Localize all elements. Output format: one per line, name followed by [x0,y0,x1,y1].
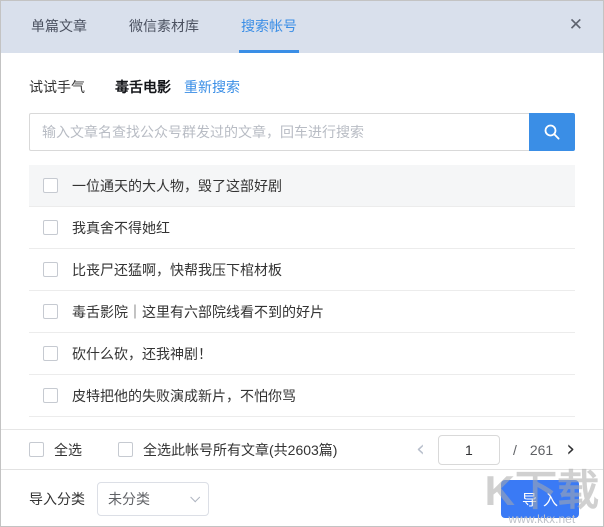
select-all-checkbox[interactable] [29,442,44,457]
article-row[interactable]: 砍什么砍，还我神剧！ [29,333,575,375]
pagination: ‹ / 261 › [416,434,575,465]
article-row[interactable]: 一位通天的大人物，毁了这部好剧 [29,165,575,207]
selection-bar: 全选 全选此帐号所有文章(共2603篇) ‹ / 261 › [1,429,603,469]
category-select[interactable]: 未分类 [97,482,209,516]
import-button[interactable]: 导入 [501,480,579,518]
article-checkbox[interactable] [43,346,58,361]
article-checkbox[interactable] [43,220,58,235]
next-page-icon[interactable]: › [566,438,575,461]
article-checkbox[interactable] [43,262,58,277]
search-button[interactable] [529,113,575,151]
article-row[interactable]: 皮特把他的失败演成新片，不怕你骂 [29,375,575,417]
article-list: 一位通天的大人物，毁了这部好剧 我真舍不得她红 比丧尸还猛啊，快帮我压下棺材板 … [29,165,575,429]
category-value: 未分类 [108,491,150,507]
select-account-label: 全选此帐号所有文章(共2603篇) [143,441,338,458]
account-name: 毒舌电影 [115,79,171,95]
article-row[interactable] [29,417,575,429]
article-title: 毒舌影院｜这里有六部院线看不到的好片 [72,303,324,320]
chevron-down-icon [190,491,201,502]
select-all-group: 全选 [29,440,82,460]
article-row[interactable]: 我真舍不得她红 [29,207,575,249]
tab-single-article[interactable]: 单篇文章 [29,1,89,53]
page-input[interactable] [437,434,500,465]
try-luck-link[interactable]: 试试手气 [29,77,85,97]
account-subheader: 试试手气 毒舌电影 重新搜索 [29,77,575,97]
page-total: 261 [529,441,554,458]
prev-page-icon[interactable]: ‹ [416,438,425,461]
article-title: 我真舍不得她红 [72,219,170,236]
article-row[interactable]: 比丧尸还猛啊，快帮我压下棺材板 [29,249,575,291]
article-title: 砍什么砍，还我神剧！ [72,345,212,362]
import-articles-dialog: 单篇文章 微信素材库 搜索帐号 ✕ 试试手气 毒舌电影 重新搜索 一位通天的大人… [0,0,604,527]
research-link[interactable]: 重新搜索 [184,77,240,97]
page-separator: / [512,441,517,458]
search-input[interactable] [29,113,529,151]
article-title: 一位通天的大人物，毁了这部好剧 [72,177,282,194]
select-all-label: 全选 [54,441,82,458]
tab-search-account[interactable]: 搜索帐号 [239,1,299,53]
article-row[interactable]: 毒舌影院｜这里有六部院线看不到的好片 [29,291,575,333]
article-title: 比丧尸还猛啊，快帮我压下棺材板 [72,261,282,278]
close-icon[interactable]: ✕ [569,16,583,33]
tab-bar: 单篇文章 微信素材库 搜索帐号 ✕ [1,1,603,53]
article-title: 皮特把他的失败演成新片，不怕你骂 [72,387,296,404]
article-checkbox[interactable] [43,178,58,193]
search-icon [543,123,561,141]
select-account-checkbox[interactable] [118,442,133,457]
article-checkbox[interactable] [43,304,58,319]
article-checkbox[interactable] [43,388,58,403]
tab-wechat-library[interactable]: 微信素材库 [127,1,201,53]
category-label: 导入分类 [29,491,85,507]
search-bar [29,113,575,151]
select-account-group: 全选此帐号所有文章(共2603篇) [118,440,337,460]
footer-bar: 导入分类 未分类 导入 [1,469,603,526]
